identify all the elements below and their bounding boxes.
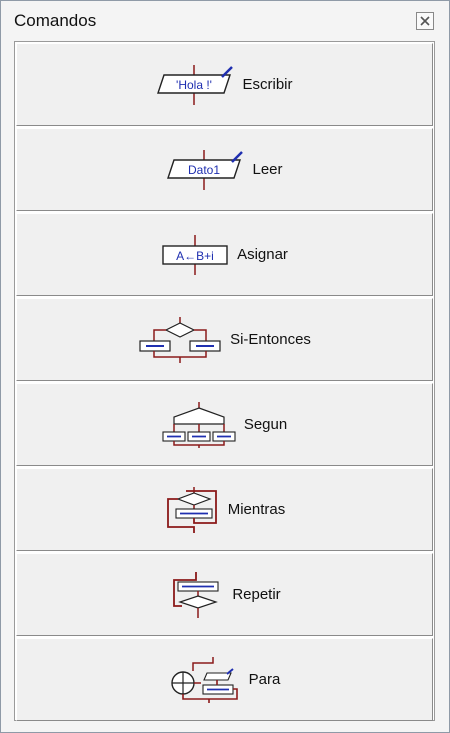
command-label: Mientras <box>227 501 286 518</box>
command-escribir[interactable]: 'Hola !' Escribir <box>16 43 433 126</box>
command-segun[interactable]: Segun <box>16 383 433 466</box>
command-label: Escribir <box>242 76 293 93</box>
close-icon <box>420 16 430 26</box>
command-repetir[interactable]: Repetir <box>16 553 433 636</box>
command-label: Asignar <box>237 246 288 263</box>
command-label: Si-Entonces <box>230 331 311 348</box>
commands-list: 'Hola !' Escribir Dato1 Leer A←B+i Asign… <box>14 41 435 721</box>
title-bar: Comandos <box>1 1 449 39</box>
command-label: Repetir <box>232 586 281 603</box>
while-loop-icon <box>166 486 217 533</box>
commands-panel: Comandos 'Hola !' Escribir Dato1 Leer A←… <box>0 0 450 733</box>
command-leer[interactable]: Dato1 Leer <box>16 128 433 211</box>
repeat-loop-icon <box>173 571 219 618</box>
command-asignar[interactable]: A←B+i Asignar <box>16 213 433 296</box>
read-input-icon: Dato1 <box>167 149 244 190</box>
read-icon-text: Dato1 <box>188 163 220 177</box>
command-para[interactable]: Para <box>16 638 433 721</box>
command-label: Para <box>248 671 281 688</box>
if-then-icon <box>139 316 221 363</box>
assign-icon-text: A←B+i <box>176 249 214 263</box>
command-mientras[interactable]: Mientras <box>16 468 433 551</box>
window-title: Comandos <box>14 11 97 30</box>
assignment-icon: A←B+i <box>162 234 228 275</box>
command-si-entonces[interactable]: Si-Entonces <box>16 298 433 381</box>
write-output-icon: 'Hola !' <box>157 64 234 105</box>
command-label: Segun <box>243 416 288 433</box>
write-icon-text: 'Hola !' <box>177 78 213 92</box>
command-label: Leer <box>252 161 283 178</box>
close-button[interactable] <box>416 12 434 30</box>
switch-case-icon <box>162 401 236 448</box>
for-loop-icon <box>170 656 238 703</box>
